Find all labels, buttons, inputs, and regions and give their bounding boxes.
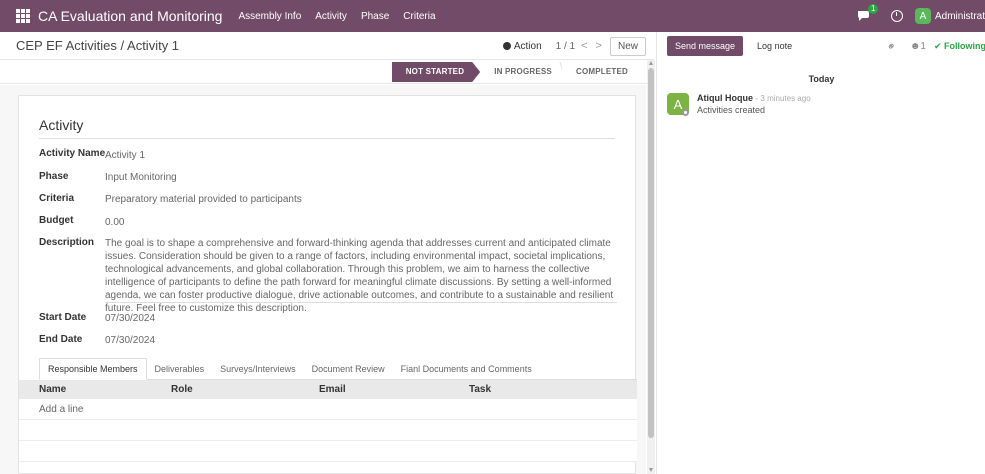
presence-status-icon xyxy=(682,109,689,116)
breadcrumb[interactable]: CEP EF Activities / Activity 1 xyxy=(16,38,179,53)
pager-value[interactable]: 1 / 1 xyxy=(556,41,575,52)
budget-label: Budget xyxy=(39,215,74,226)
scroll-down-icon[interactable] xyxy=(649,468,653,472)
activity-name-field[interactable]: Activity 1 xyxy=(105,150,145,161)
tab-deliverables[interactable]: Deliverables xyxy=(147,359,213,379)
followers-count: 1 xyxy=(920,40,926,52)
form-view: Activity Activity Name Activity 1 Phase … xyxy=(0,85,646,474)
tab-document-review[interactable]: Document Review xyxy=(304,359,393,379)
message-time: - 3 minutes ago xyxy=(755,94,811,103)
start-date-field[interactable]: 07/30/2024 xyxy=(105,313,155,324)
description-underline xyxy=(105,302,617,303)
form-scrollbar[interactable] xyxy=(647,60,655,474)
table-row xyxy=(19,420,637,441)
pager-next-button[interactable]: > xyxy=(596,40,602,52)
menu-activity[interactable]: Activity xyxy=(315,11,347,22)
user-avatar[interactable]: A xyxy=(914,8,931,24)
tab-surveys-interviews[interactable]: Surveys/Interviews xyxy=(212,359,304,379)
chatter-panel: Send message Log note ⚭ ☻1 ✔ Following T… xyxy=(656,32,985,474)
scroll-up-icon[interactable] xyxy=(649,61,653,65)
following-button[interactable]: ✔ Following xyxy=(934,41,985,52)
action-label: Action xyxy=(513,40,542,52)
followers-button[interactable]: ☻1 xyxy=(910,41,926,52)
criteria-field[interactable]: Preparatory material provided to partici… xyxy=(105,194,302,205)
stage-completed[interactable]: COMPLETED xyxy=(561,62,638,82)
notebook-tabs: Responsible Members Deliverables Surveys… xyxy=(39,358,637,380)
menu-assembly-info[interactable]: Assembly Info xyxy=(238,11,301,22)
new-button[interactable]: New xyxy=(609,36,646,56)
column-name[interactable]: Name xyxy=(39,384,66,395)
paperclip-icon[interactable]: ⚭ xyxy=(883,38,899,54)
start-date-label: Start Date xyxy=(39,312,87,323)
menu-phase[interactable]: Phase xyxy=(361,11,389,22)
tab-final-documents[interactable]: Fianl Documents and Comments xyxy=(393,359,540,379)
table-header: Name Role Email Task xyxy=(19,380,637,399)
scroll-thumb[interactable] xyxy=(648,68,654,438)
end-date-field[interactable]: 07/30/2024 xyxy=(105,335,155,346)
control-panel: CEP EF Activities / Activity 1 Action 1 … xyxy=(0,32,654,60)
form-title: Activity xyxy=(39,117,84,133)
table-row: Add a line xyxy=(19,399,637,420)
phase-field[interactable]: Input Monitoring xyxy=(105,172,177,183)
phase-label: Phase xyxy=(39,171,69,182)
chatter-topbar: Send message Log note ⚭ ☻1 ✔ Following xyxy=(657,32,985,60)
column-task[interactable]: Task xyxy=(469,384,491,395)
apps-menu-icon[interactable] xyxy=(16,9,30,23)
menu-criteria[interactable]: Criteria xyxy=(403,11,435,22)
column-email[interactable]: Email xyxy=(319,384,346,395)
chat-icon[interactable]: 1 xyxy=(857,4,879,22)
stage-in-progress[interactable]: IN PROGRESS xyxy=(480,62,562,82)
person-icon: ☻ xyxy=(909,40,921,52)
user-name[interactable]: Administrat xyxy=(935,11,985,22)
activity-name-label: Activity Name xyxy=(39,148,106,159)
pager-prev-button[interactable]: < xyxy=(581,40,587,52)
date-separator: Today xyxy=(808,74,835,84)
tab-responsible-members[interactable]: Responsible Members xyxy=(39,358,147,380)
check-icon: ✔ xyxy=(933,40,944,51)
action-menu[interactable]: Action xyxy=(502,40,542,52)
clock-icon[interactable] xyxy=(890,10,903,22)
send-message-button[interactable]: Send message xyxy=(667,36,744,56)
title-divider xyxy=(39,138,615,139)
criteria-label: Criteria xyxy=(39,193,75,204)
top-navbar: CA Evaluation and Monitoring Assembly In… xyxy=(0,0,985,32)
budget-field[interactable]: 0.00 xyxy=(105,217,124,228)
chat-badge: 1 xyxy=(867,4,879,14)
add-line-link[interactable]: Add a line xyxy=(39,404,83,415)
description-label: Description xyxy=(39,237,95,248)
message-author[interactable]: Atiqul Hoque - 3 minutes ago xyxy=(697,93,811,103)
form-sheet: Activity Activity Name Activity 1 Phase … xyxy=(18,95,637,474)
description-field[interactable]: The goal is to shape a comprehensive and… xyxy=(105,237,617,315)
end-date-label: End Date xyxy=(39,334,83,345)
following-label: Following xyxy=(944,40,985,51)
log-note-button[interactable]: Log note xyxy=(749,36,800,56)
statusbar: NOT STARTED IN PROGRESS COMPLETED xyxy=(0,60,654,84)
app-name[interactable]: CA Evaluation and Monitoring xyxy=(38,8,222,24)
gear-icon xyxy=(502,41,511,50)
message-author-name[interactable]: Atiqul Hoque xyxy=(697,93,753,103)
stage-not-started[interactable]: NOT STARTED xyxy=(392,62,481,82)
message-body: Activities created xyxy=(697,105,766,115)
table-row xyxy=(19,441,637,462)
column-role[interactable]: Role xyxy=(171,384,193,395)
